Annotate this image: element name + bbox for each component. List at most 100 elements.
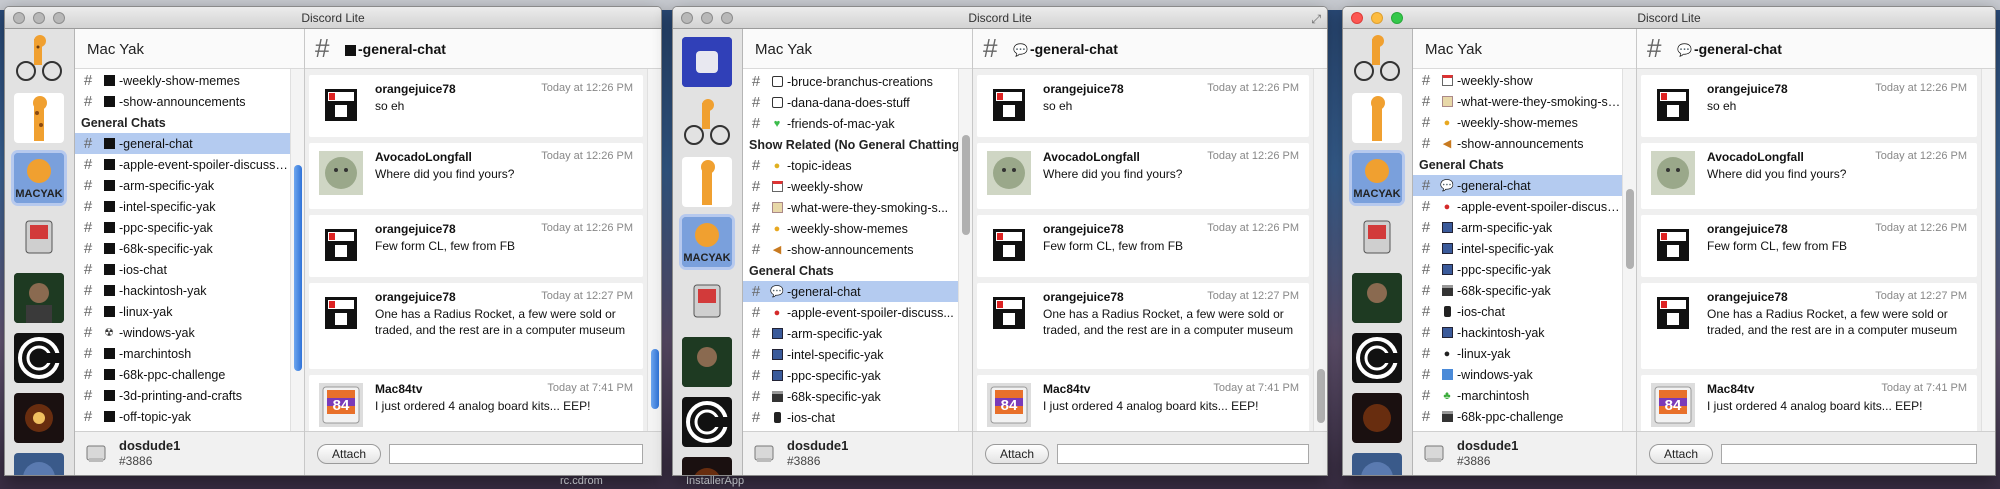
channel-item[interactable]: # -weekly-show-memes	[75, 70, 290, 91]
channel-scrollbar[interactable]	[958, 69, 972, 431]
message-input[interactable]	[389, 444, 643, 464]
server-icon-person[interactable]	[682, 337, 732, 387]
author-avatar[interactable]	[987, 83, 1031, 127]
channel-item[interactable]: # -68k-specific-yak	[743, 386, 958, 407]
message-scrollbar[interactable]	[1981, 69, 1995, 431]
channel-item[interactable]: # ● -weekly-show-memes	[743, 218, 958, 239]
channel-item[interactable]: # -linux-yak	[75, 301, 290, 322]
author-avatar[interactable]	[1651, 223, 1695, 267]
channel-scrollbar-thumb[interactable]	[962, 135, 970, 235]
server-icon-c-logo[interactable]	[14, 333, 64, 383]
server-icon-dark-art[interactable]	[14, 393, 64, 443]
channel-item[interactable]: # -what-were-they-smoking-s...	[743, 197, 958, 218]
server-icon-giraffe-bike[interactable]	[14, 33, 64, 83]
channel-item[interactable]: # ● -apple-event-spoiler-discussion	[1413, 196, 1622, 217]
desktop-file-label[interactable]: InstallerApp	[686, 475, 744, 487]
channel-item[interactable]: # -intel-specific-yak	[75, 196, 290, 217]
server-icon-giraffe[interactable]	[1352, 93, 1402, 143]
window-titlebar[interactable]: Discord Lite	[5, 7, 661, 29]
channel-item[interactable]: # -ppc-specific-yak	[743, 365, 958, 386]
message-author[interactable]: orangejuice78	[375, 82, 456, 96]
message-author[interactable]: Mac84tv	[1043, 382, 1090, 396]
server-icon-giraffe[interactable]	[14, 93, 64, 143]
channel-scrollbar[interactable]	[1622, 69, 1636, 431]
author-avatar[interactable]	[1651, 83, 1695, 127]
message-author[interactable]: orangejuice78	[1707, 82, 1788, 96]
channel-item[interactable]: # -intel-specific-yak	[743, 344, 958, 365]
message-scrollbar[interactable]	[647, 69, 661, 431]
channel-item[interactable]: # -68k-specific-yak	[1413, 280, 1622, 301]
channel-item[interactable]: # ♥ -friends-of-mac-yak	[743, 113, 958, 134]
channel-item[interactable]: # ☢ -windows-yak	[75, 322, 290, 343]
channel-item[interactable]: # -arm-specific-yak	[1413, 217, 1622, 238]
message-author[interactable]: Mac84tv	[375, 382, 422, 396]
message-scrollbar-thumb[interactable]	[651, 349, 659, 409]
message-author[interactable]: AvocadoLongfall	[1043, 150, 1140, 164]
channel-item[interactable]: # -what-were-they-smoking-su...	[1413, 91, 1622, 112]
message-input[interactable]	[1057, 444, 1309, 464]
author-avatar[interactable]	[1651, 151, 1695, 195]
server-icon-mac-yak[interactable]: MACYAK	[14, 153, 64, 203]
channel-item[interactable]: # -general-chat	[75, 133, 290, 154]
channel-item[interactable]: # -apple-event-spoiler-discussion	[75, 154, 290, 175]
channel-item[interactable]: # -marchintosh	[75, 343, 290, 364]
message-author[interactable]: orangejuice78	[1707, 222, 1788, 236]
window-titlebar[interactable]: Discord Lite ⤢	[673, 7, 1327, 29]
channel-item[interactable]: # ● -weekly-show-memes	[1413, 112, 1622, 133]
author-avatar[interactable]	[319, 291, 363, 335]
server-icon-dark-art[interactable]	[1352, 393, 1402, 443]
author-avatar[interactable]: 84	[1651, 383, 1695, 427]
channel-item[interactable]: # -68k-ppc-challenge	[1413, 406, 1622, 427]
channel-item[interactable]: # -windows-yak	[1413, 364, 1622, 385]
author-avatar[interactable]	[319, 83, 363, 127]
author-avatar[interactable]	[987, 151, 1031, 195]
message-author[interactable]: orangejuice78	[1043, 290, 1124, 304]
author-avatar[interactable]	[319, 223, 363, 267]
server-icon-person[interactable]	[1352, 273, 1402, 323]
channel-item[interactable]: # -show-announcements	[75, 91, 290, 112]
channel-item[interactable]: # -intel-specific-yak	[1413, 238, 1622, 259]
server-icon-mac-yak[interactable]: MACYAK	[682, 217, 732, 267]
message-author[interactable]: orangejuice78	[375, 290, 456, 304]
author-avatar[interactable]	[987, 291, 1031, 335]
message-author[interactable]: orangejuice78	[1043, 82, 1124, 96]
message-author[interactable]: orangejuice78	[375, 222, 456, 236]
channel-item[interactable]: # -ios-chat	[75, 259, 290, 280]
author-avatar[interactable]	[987, 223, 1031, 267]
attach-button[interactable]: Attach	[985, 444, 1050, 464]
channel-item[interactable]: # -68k-specific-yak	[75, 238, 290, 259]
server-icon-c-logo[interactable]	[1352, 333, 1402, 383]
channel-item[interactable]: # ◀ -show-announcements	[1413, 133, 1622, 154]
server-icon-mac-screen[interactable]	[14, 213, 64, 263]
server-icon-c-logo[interactable]	[682, 397, 732, 447]
author-avatar[interactable]: 84	[987, 383, 1031, 427]
channel-item[interactable]: # 💬 -general-chat	[743, 281, 958, 302]
attach-button[interactable]: Attach	[1649, 444, 1714, 464]
server-icon-giraffe-bike[interactable]	[682, 97, 732, 147]
channel-item[interactable]: # -3d-printing-and-crafts	[75, 385, 290, 406]
server-icon-cup[interactable]	[682, 37, 732, 87]
server-icon-mac-yak[interactable]: MACYAK	[1352, 153, 1402, 203]
server-icon-mac-screen[interactable]	[682, 277, 732, 327]
server-icon-person[interactable]	[14, 273, 64, 323]
author-avatar[interactable]	[319, 151, 363, 195]
fullscreen-icon[interactable]: ⤢	[1311, 12, 1321, 27]
channel-item[interactable]: # -dana-dana-does-stuff	[743, 92, 958, 113]
channel-item[interactable]: # -ppc-specific-yak	[1413, 259, 1622, 280]
channel-item[interactable]: # 💬 -general-chat	[1413, 175, 1622, 196]
channel-item[interactable]: # -bruce-branchus-creations	[743, 71, 958, 92]
server-icon-dark-art[interactable]	[682, 457, 732, 475]
channel-item[interactable]: # -ios-chat	[1413, 301, 1622, 322]
channel-item[interactable]: # ● -linux-yak	[1413, 343, 1622, 364]
channel-item[interactable]: # ● -apple-event-spoiler-discuss...	[743, 302, 958, 323]
channel-scrollbar-thumb[interactable]	[1626, 189, 1634, 269]
author-avatar[interactable]	[1651, 291, 1695, 335]
message-author[interactable]: AvocadoLongfall	[1707, 150, 1804, 164]
channel-item[interactable]: # -hackintosh-yak	[1413, 322, 1622, 343]
channel-item[interactable]: # ● -topic-ideas	[743, 155, 958, 176]
channel-scrollbar-thumb[interactable]	[294, 165, 302, 371]
channel-item[interactable]: # -weekly-show	[1413, 70, 1622, 91]
attach-button[interactable]: Attach	[317, 444, 382, 464]
message-author[interactable]: AvocadoLongfall	[375, 150, 472, 164]
channel-item[interactable]: # -off-topic-yak	[75, 406, 290, 427]
